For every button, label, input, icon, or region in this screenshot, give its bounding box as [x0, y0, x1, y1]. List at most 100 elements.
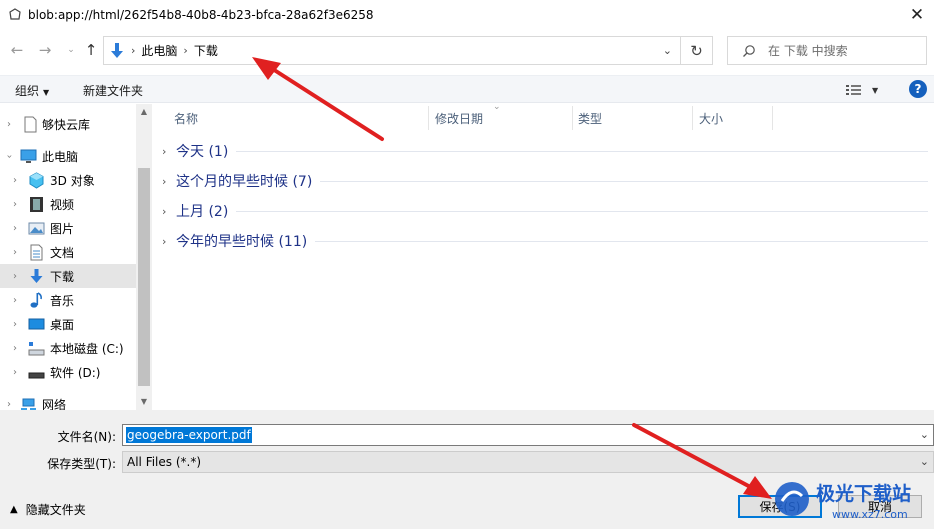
file-list: 名称 ⌄ 修改日期 类型 大小 › 今天 (1) › 这个月的早些时候 (7) … [152, 102, 934, 410]
nav-item-3d-objects[interactable]: › 3D 对象 [0, 168, 136, 192]
navigation-scrollbar[interactable]: ▲ ▼ [136, 104, 152, 410]
nav-item-label: 够快云库 [42, 117, 91, 132]
navigation-pane: › 够快云库 › 此电脑 › 3D 对象 › 视频 › 图片 › 文档 › 下载… [0, 104, 152, 410]
nav-item-documents[interactable]: › 文档 [0, 240, 136, 264]
expand-chevron-icon: › [162, 204, 167, 218]
scroll-down-arrow-icon[interactable]: ▼ [136, 394, 152, 410]
expand-chevron-icon: › [162, 144, 167, 158]
filename-value[interactable]: geogebra-export.pdf [126, 427, 252, 443]
window-title: blob:app://html/262f54b8-40b8-4b23-bfca-… [28, 8, 374, 22]
expand-chevron-icon[interactable]: › [10, 247, 20, 258]
nav-item-desktop[interactable]: › 桌面 [0, 312, 136, 336]
breadcrumb-this-pc[interactable]: 此电脑 [141, 42, 177, 59]
command-toolbar: 组织 ▼ 新建文件夹 ▼ ? [0, 75, 934, 103]
expand-chevron-icon[interactable]: › [10, 199, 20, 210]
scroll-up-arrow-icon[interactable]: ▲ [136, 104, 152, 120]
nav-item-videos[interactable]: › 视频 [0, 192, 136, 216]
expand-chevron-icon[interactable]: › [10, 343, 20, 354]
nav-item-music[interactable]: › 音乐 [0, 288, 136, 312]
recent-locations-chevron-icon[interactable]: ⌄ [62, 40, 80, 60]
expand-chevron-icon[interactable]: › [10, 295, 20, 306]
expand-chevron-icon[interactable]: › [4, 399, 14, 410]
filename-dropdown-chevron-icon[interactable]: ⌄ [920, 428, 929, 441]
column-divider[interactable] [772, 106, 773, 130]
nav-item-this-pc[interactable]: › 此电脑 [0, 144, 136, 168]
expand-chevron-icon[interactable]: › [4, 119, 14, 130]
document-icon [24, 116, 37, 132]
documents-icon [30, 244, 43, 260]
hide-folders-toggle[interactable]: ▲ 隐藏文件夹 [10, 501, 86, 518]
nav-item-pictures[interactable]: › 图片 [0, 216, 136, 240]
breadcrumb-separator-icon: › [183, 44, 188, 57]
column-divider[interactable] [428, 106, 429, 130]
computer-icon [20, 149, 37, 163]
view-options-button[interactable]: ▼ [846, 81, 882, 99]
up-arrow-icon[interactable]: ↑ [82, 40, 100, 60]
group-divider [320, 180, 928, 182]
expand-chevron-icon[interactable]: › [10, 175, 20, 186]
filetype-label: 保存类型(T): [47, 457, 116, 471]
collapse-chevron-icon[interactable]: › [4, 151, 15, 161]
new-folder-button[interactable]: 新建文件夹 [83, 82, 143, 99]
nav-item-label: 软件 (D:) [50, 365, 101, 380]
expand-chevron-icon[interactable]: › [10, 319, 20, 330]
hide-folders-label: 隐藏文件夹 [25, 503, 86, 517]
nav-item-label: 下载 [50, 269, 75, 284]
column-header-type[interactable]: 类型 [578, 104, 602, 132]
expand-chevron-icon[interactable]: › [10, 223, 20, 234]
details-view-icon [846, 85, 861, 95]
group-header-today[interactable]: › 今天 (1) [162, 139, 928, 163]
forward-arrow-icon[interactable]: → [36, 40, 54, 60]
address-bar[interactable]: › 此电脑 › 下载 ⌄ [103, 36, 681, 65]
group-title: 今年的早些时候 (11) [176, 234, 308, 250]
column-header-name[interactable]: 名称 [174, 104, 198, 132]
filetype-select[interactable]: All Files (*.*) ⌄ [122, 451, 934, 473]
caret-down-icon: ▼ [43, 88, 50, 97]
nav-item-cloud[interactable]: › 够快云库 [0, 112, 136, 136]
breadcrumb-separator-icon: › [131, 44, 136, 57]
drive-d-icon [28, 372, 45, 378]
expand-chevron-icon[interactable]: › [10, 367, 20, 378]
group-divider [236, 150, 928, 152]
filetype-dropdown-chevron-icon[interactable]: ⌄ [920, 455, 929, 468]
refresh-button[interactable]: ↻ [681, 36, 713, 65]
group-header-earlier-this-year[interactable]: › 今年的早些时候 (11) [162, 229, 928, 253]
filename-field[interactable]: geogebra-export.pdf ⌄ [122, 424, 934, 446]
back-arrow-icon[interactable]: ← [8, 40, 26, 60]
search-box[interactable] [727, 36, 927, 65]
save-button[interactable]: 保存(S) [738, 495, 822, 518]
search-input[interactable] [768, 43, 918, 58]
organize-menu[interactable]: 组织 ▼ [15, 82, 49, 99]
cancel-button[interactable]: 取消 [838, 495, 922, 518]
expand-chevron-icon: › [162, 234, 167, 248]
group-title: 上月 (2) [176, 204, 229, 220]
column-divider[interactable] [692, 106, 693, 130]
group-header-earlier-this-month[interactable]: › 这个月的早些时候 (7) [162, 169, 928, 193]
app-icon [7, 7, 23, 23]
caret-down-icon: ▼ [872, 85, 879, 95]
breadcrumb-downloads[interactable]: 下载 [194, 42, 218, 59]
nav-item-drive-c[interactable]: › 本地磁盘 (C:) [0, 336, 136, 360]
expand-chevron-icon[interactable]: › [10, 271, 20, 282]
close-button[interactable]: ✕ [900, 0, 934, 30]
help-icon[interactable]: ? [909, 80, 927, 98]
desktop-icon [28, 318, 45, 329]
group-title: 今天 (1) [176, 144, 229, 160]
nav-item-drive-d[interactable]: › 软件 (D:) [0, 360, 136, 384]
scrollbar-thumb[interactable] [138, 168, 150, 386]
group-divider [315, 240, 928, 242]
video-icon [30, 196, 43, 212]
network-icon [21, 398, 36, 410]
save-form: 文件名(N): geogebra-export.pdf ⌄ 保存类型(T): A… [0, 410, 934, 529]
sort-chevron-icon: ⌄ [493, 102, 501, 112]
column-header-modified[interactable]: 修改日期 [435, 104, 483, 132]
search-icon [743, 44, 755, 57]
nav-item-network[interactable]: › 网络 [0, 392, 136, 410]
column-divider[interactable] [572, 106, 573, 130]
address-dropdown-chevron-icon[interactable]: ⌄ [663, 44, 672, 57]
group-title: 这个月的早些时候 (7) [176, 174, 313, 190]
nav-item-downloads[interactable]: › 下载 [0, 264, 136, 288]
column-header-size[interactable]: 大小 [699, 104, 723, 132]
nav-item-label: 此电脑 [42, 149, 79, 164]
group-header-last-month[interactable]: › 上月 (2) [162, 199, 928, 223]
